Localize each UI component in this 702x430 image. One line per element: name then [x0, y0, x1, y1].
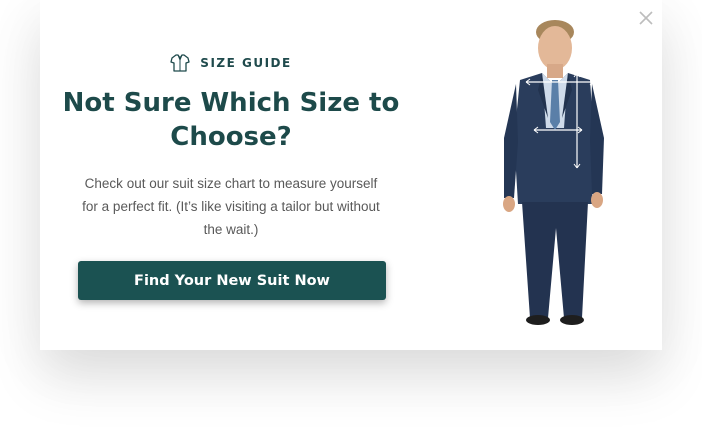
page-background: SIZE GUIDE Not Sure Which Size to Choose…: [0, 0, 702, 430]
suit-model-image: [503, 20, 604, 325]
shirt-icon: [170, 54, 190, 72]
modal-description: Check out our suit size chart to measure…: [82, 176, 380, 237]
model-panel: [422, 0, 662, 350]
eyebrow: SIZE GUIDE: [40, 54, 422, 72]
find-suit-button[interactable]: Find Your New Suit Now: [78, 261, 386, 300]
eyebrow-label: SIZE GUIDE: [200, 56, 292, 70]
close-icon[interactable]: [638, 10, 654, 26]
modal-headline: Not Sure Which Size to Choose?: [62, 88, 400, 152]
size-guide-modal: SIZE GUIDE Not Sure Which Size to Choose…: [40, 0, 662, 350]
modal-content: SIZE GUIDE Not Sure Which Size to Choose…: [40, 0, 422, 350]
